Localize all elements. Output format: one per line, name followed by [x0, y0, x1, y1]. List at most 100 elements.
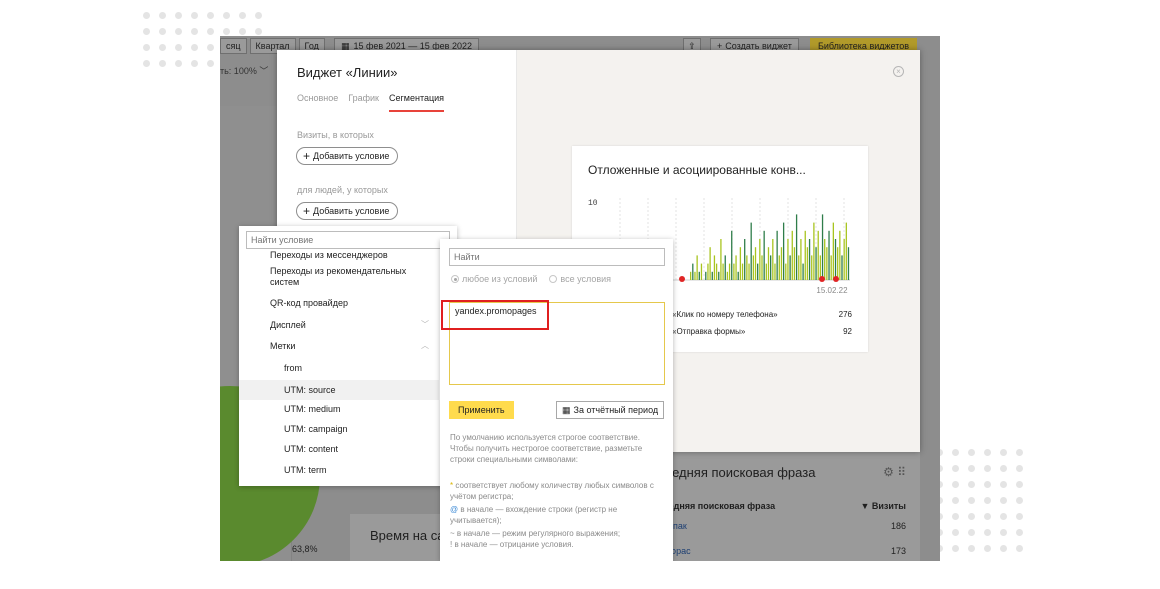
chart-bar: [711, 271, 713, 280]
chart-bar: [770, 255, 772, 280]
help-text-star: * соответствует любому количеству любых …: [450, 481, 654, 501]
pie-percent-label: 63,8%: [292, 544, 318, 554]
chart-bar: [834, 239, 837, 280]
chart-bar: [757, 263, 759, 280]
column-header-visits[interactable]: ▼ Визиты: [860, 501, 906, 511]
report-period-button[interactable]: ▦ За отчётный период: [556, 401, 665, 419]
condition-item[interactable]: Переходы из мессенджеров: [239, 250, 439, 260]
chart-bar: [813, 222, 815, 280]
y-max-label: 10: [588, 199, 598, 208]
chart-bar: [830, 255, 832, 280]
dashboard-screen: сяц Квартал Год ▦ 15 фев 2021 — 15 фев 2…: [220, 36, 940, 561]
search-phrase-title: следняя поисковая фраза: [658, 465, 816, 480]
chart-bar: [748, 263, 750, 280]
chart-bar: [722, 263, 724, 280]
chart-bar: [698, 271, 700, 280]
help-text-main: По умолчанию используется строгое соотве…: [450, 433, 643, 464]
add-visit-condition-button[interactable]: + Добавить условие: [296, 147, 399, 165]
chart-bar: [741, 263, 744, 280]
chart-bar: [692, 263, 694, 280]
chevron-down-icon: ﹀: [421, 320, 429, 329]
chart-bar: [700, 263, 703, 280]
condition-values-textarea[interactable]: yandex.promopages: [449, 302, 665, 385]
condition-item[interactable]: QR-код провайдер: [239, 298, 439, 308]
condition-item-utm-source[interactable]: UTM: source: [239, 380, 439, 400]
chart-bar: [739, 247, 742, 280]
chevron-up-icon: ︿: [421, 341, 429, 350]
condition-item-tags[interactable]: Метки ︿: [239, 340, 439, 351]
chart-bar: [726, 271, 729, 280]
settings-grip-icon[interactable]: ⚙ ⠿: [883, 465, 906, 479]
annotation-marker-icon[interactable]: [819, 276, 825, 282]
condition-item[interactable]: Переходы из рекомендательных систем: [239, 266, 439, 288]
visits-condition-label: Визиты, в которых: [297, 130, 374, 140]
legend-item: «Отправка формы» 92: [672, 327, 852, 336]
chart-bar: [785, 263, 787, 280]
chart-bar: [841, 255, 843, 280]
chart-bar: [791, 230, 793, 280]
chart-bar: [815, 247, 817, 280]
chart-bar: [843, 239, 845, 280]
radio-any-condition[interactable]: любое из условий: [451, 274, 537, 284]
chart-bar: [789, 255, 791, 280]
condition-item[interactable]: UTM: medium: [239, 404, 439, 414]
chart-bar: [761, 255, 763, 280]
condition-dropdown: Переходы из мессенджеров Переходы из рек…: [239, 226, 457, 486]
condition-search-input[interactable]: [246, 231, 450, 249]
chart-bar: [837, 247, 839, 280]
chart-bar: [774, 263, 776, 280]
chart-bar: [720, 239, 722, 280]
tab-chart[interactable]: График: [348, 93, 379, 112]
condition-item[interactable]: UTM: term: [239, 465, 439, 475]
chart-bar: [832, 222, 834, 280]
people-condition-label: для людей, у которых: [297, 185, 388, 195]
chart-bar: [767, 247, 770, 280]
radio-dot-icon: [451, 275, 459, 283]
apply-button[interactable]: Применить: [449, 401, 514, 419]
chart-bar: [776, 230, 778, 280]
close-icon[interactable]: ×: [893, 66, 904, 77]
chart-bar: [733, 263, 735, 280]
zoom-select[interactable]: ть: 100% ﹀: [220, 64, 268, 77]
chart-bar: [793, 247, 796, 280]
chart-bar: [754, 247, 757, 280]
chart-bar: [746, 255, 748, 280]
annotation-marker-icon[interactable]: [833, 276, 839, 282]
chart-bar: [804, 230, 806, 280]
x-date-label: 15.02.22: [816, 286, 848, 294]
legend-item: «Клик по номеру телефона» 276: [672, 310, 852, 319]
chart-bar: [824, 239, 826, 280]
match-mode-radios: любое из условий все условия: [451, 274, 611, 284]
condition-item[interactable]: UTM: campaign: [239, 424, 439, 434]
chart-bar: [782, 222, 785, 280]
condition-value-panel: любое из условий все условия yandex.prom…: [440, 239, 673, 561]
chart-bar: [752, 255, 754, 280]
annotation-marker-icon[interactable]: [679, 276, 685, 282]
chart-bar: [800, 239, 802, 280]
help-text-tilde: ~ в начале — режим регулярного выражения…: [450, 529, 621, 538]
condition-item-display[interactable]: Дисплей ﹀: [239, 319, 439, 330]
chart-bar: [690, 271, 692, 280]
preview-title: Отложенные и асоциированные конв...: [588, 163, 806, 177]
chart-bar: [828, 230, 830, 280]
chart-bar: [806, 247, 809, 280]
chart-bar: [724, 255, 726, 280]
chart-bar: [737, 271, 739, 280]
period-month-button[interactable]: сяц: [220, 38, 247, 54]
value-search-input[interactable]: [449, 248, 665, 266]
radio-all-conditions[interactable]: все условия: [549, 274, 611, 284]
chart-bar: [731, 230, 733, 280]
radio-dot-icon: [549, 275, 558, 283]
condition-item[interactable]: from: [239, 363, 439, 373]
add-people-condition-button[interactable]: + Добавить условие: [296, 202, 399, 220]
tab-basic[interactable]: Основное: [297, 93, 338, 112]
tab-segmentation[interactable]: Сегментация: [389, 93, 445, 112]
chart-bar: [709, 247, 711, 280]
chart-bar: [750, 222, 752, 280]
help-text-at: @ в начале — вхождение строки (регистр н…: [450, 505, 618, 525]
chart-bar: [763, 230, 765, 280]
condition-item[interactable]: UTM: content: [239, 444, 439, 454]
chart-bar: [715, 263, 718, 280]
chart-bar: [765, 263, 767, 280]
chart-bar: [728, 263, 731, 280]
